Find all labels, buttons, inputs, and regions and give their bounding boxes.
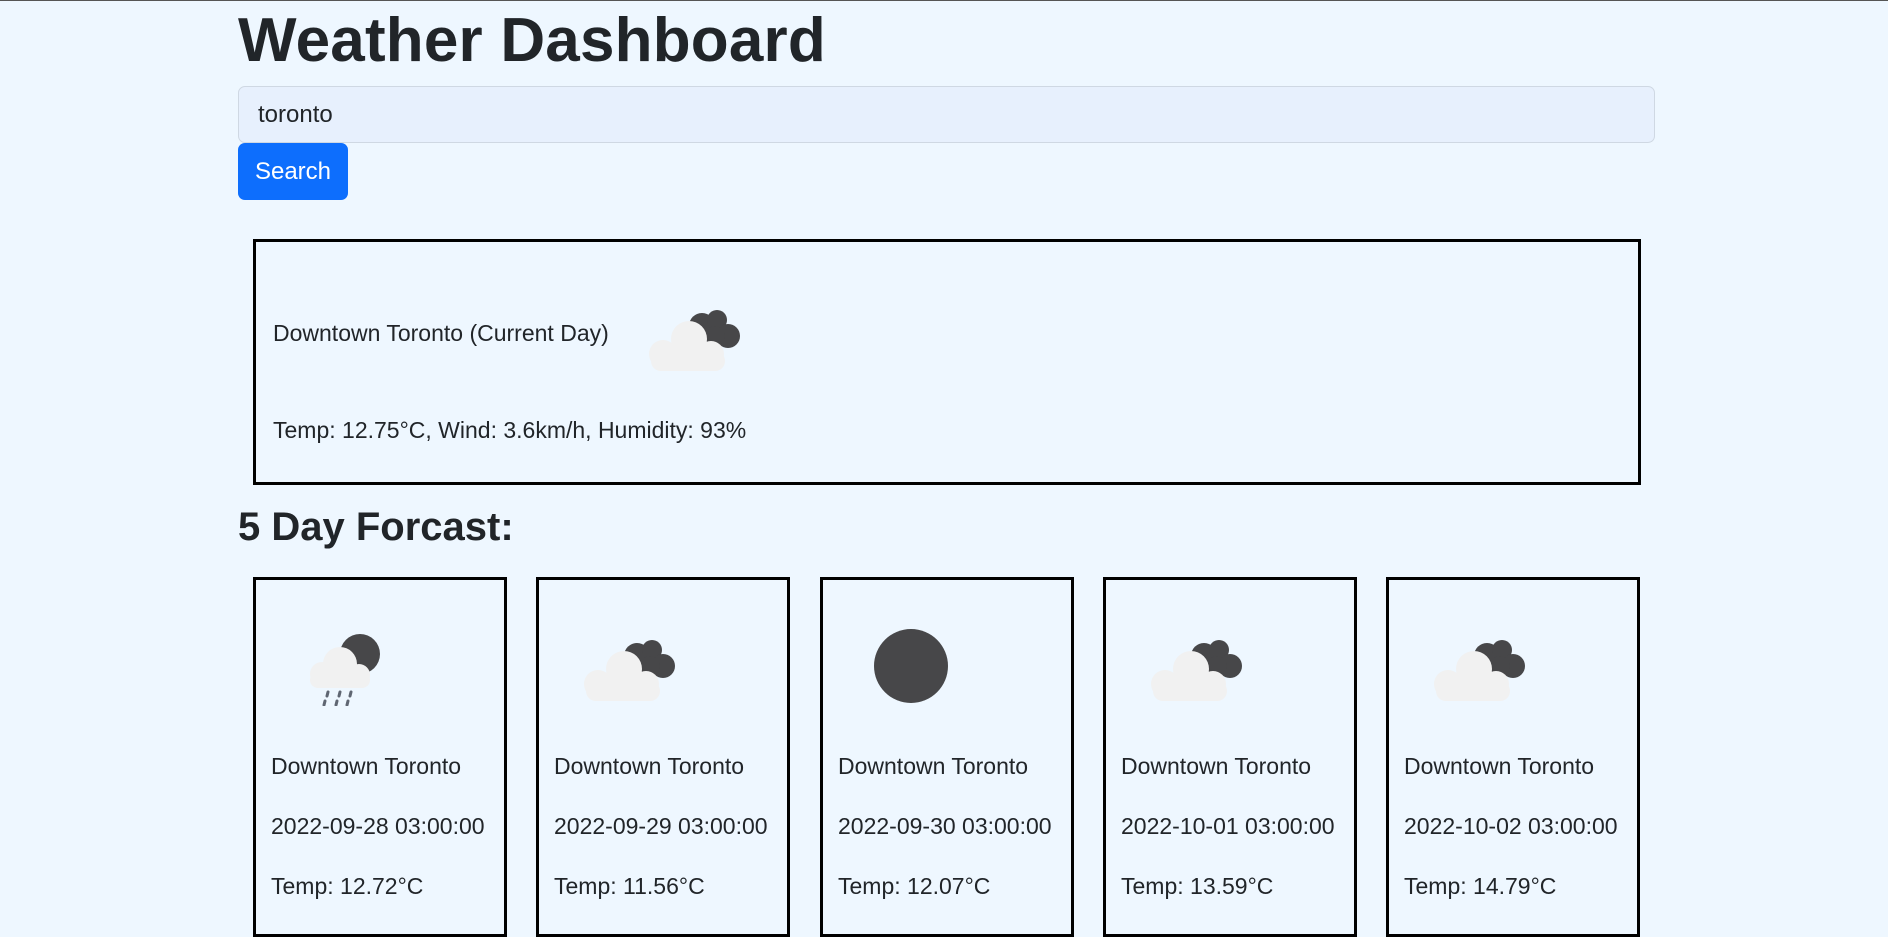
current-weather-card: Downtown Toronto (Current Day) Temp: 12.… bbox=[253, 239, 1641, 485]
forecast-card: Downtown Toronto 2022-09-30 03:00:00 Tem… bbox=[820, 577, 1074, 937]
forecast-date: 2022-10-01 03:00:00 bbox=[1121, 813, 1335, 839]
current-city-label: Downtown Toronto (Current Day) bbox=[273, 320, 609, 346]
rain-night-icon bbox=[310, 634, 380, 706]
forecast-card: Downtown Toronto 2022-10-02 03:00:00 Tem… bbox=[1386, 577, 1640, 937]
current-weather-stats: Temp: 12.75°C, Wind: 3.6km/h, Humidity: … bbox=[273, 417, 747, 443]
search-input[interactable] bbox=[238, 86, 1655, 143]
forecast-temp: Temp: 12.07°C bbox=[838, 873, 991, 899]
forecast-temp: Temp: 13.59°C bbox=[1121, 873, 1274, 899]
forecast-date: 2022-09-28 03:00:00 bbox=[271, 813, 485, 839]
forecast-card: Downtown Toronto 2022-09-28 03:00:00 Tem… bbox=[253, 577, 507, 937]
forecast-temp: Temp: 11.56°C bbox=[554, 873, 705, 899]
forecast-city: Downtown Toronto bbox=[554, 753, 745, 779]
broken-clouds-icon bbox=[649, 310, 740, 371]
forecast-date: 2022-10-02 03:00:00 bbox=[1404, 813, 1618, 839]
forecast-city: Downtown Toronto bbox=[1404, 753, 1595, 779]
forecast-date: 2022-09-30 03:00:00 bbox=[838, 813, 1052, 839]
search-button[interactable]: Search bbox=[238, 143, 348, 200]
broken-clouds-icon bbox=[1151, 640, 1242, 701]
forecast-card: Downtown Toronto 2022-10-01 03:00:00 Tem… bbox=[1103, 577, 1357, 937]
broken-clouds-icon bbox=[1434, 640, 1525, 701]
clear-night-icon bbox=[874, 629, 948, 703]
forecast-temp: Temp: 12.72°C bbox=[271, 873, 424, 899]
forecast-city: Downtown Toronto bbox=[271, 753, 462, 779]
forecast-city: Downtown Toronto bbox=[1121, 753, 1312, 779]
forecast-temp: Temp: 14.79°C bbox=[1404, 873, 1557, 899]
broken-clouds-icon bbox=[584, 640, 675, 701]
forecast-heading: 5 Day Forcast: bbox=[238, 505, 514, 549]
forecast-city: Downtown Toronto bbox=[838, 753, 1029, 779]
page-title: Weather Dashboard bbox=[238, 6, 826, 75]
forecast-date: 2022-09-29 03:00:00 bbox=[554, 813, 768, 839]
forecast-card: Downtown Toronto 2022-09-29 03:00:00 Tem… bbox=[536, 577, 790, 937]
